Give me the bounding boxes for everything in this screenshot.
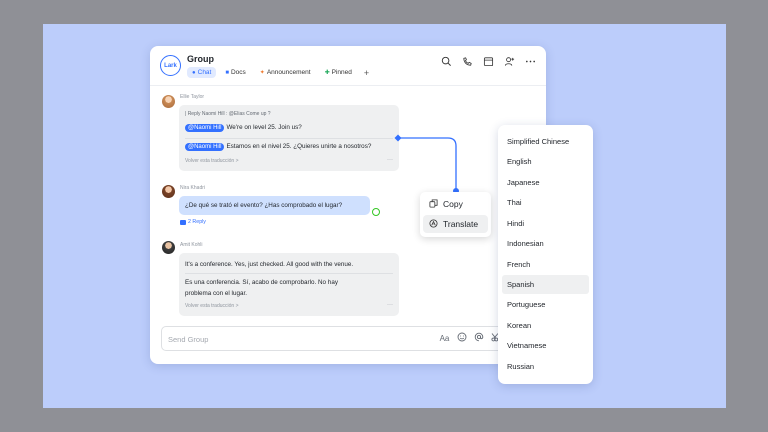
search-icon[interactable] — [440, 55, 452, 67]
header-actions — [440, 55, 536, 67]
call-icon[interactable] — [461, 55, 473, 67]
language-option[interactable]: French — [502, 255, 589, 274]
more-icon[interactable] — [524, 55, 536, 67]
avatar[interactable] — [162, 95, 175, 108]
font-format-button[interactable]: Aa — [439, 334, 450, 343]
more-icon[interactable]: ··· — [387, 302, 393, 308]
revert-translation-link[interactable]: Volver esta traducción > — [185, 158, 239, 164]
language-option[interactable]: Vietnamese — [502, 336, 589, 355]
thread-reply-link[interactable]: 2 Reply — [180, 219, 206, 225]
tab-announcement[interactable]: ✦ Announcement — [255, 67, 316, 78]
sender-name: Ellie Taylor — [180, 94, 205, 100]
chat-header: Lark Group ● Chat ■ Docs ✦ Announcement … — [150, 46, 546, 86]
mention-icon[interactable] — [473, 332, 484, 344]
emoji-icon[interactable] — [456, 332, 467, 344]
message-bubble[interactable]: | Reply Naomi Hill : @Elias Come up ? @N… — [179, 105, 399, 171]
translate-icon — [429, 218, 438, 230]
chat-icon: ● — [192, 69, 196, 76]
tab-pinned[interactable]: ✚ Pinned — [320, 67, 357, 78]
translation-text: @Naomi Hill Estamos en el nivel 25. ¿Quie… — [185, 143, 371, 151]
calendar-icon[interactable] — [482, 55, 494, 67]
tab-chat[interactable]: ● Chat — [187, 67, 217, 78]
language-option-selected[interactable]: Spanish — [502, 275, 589, 294]
avatar[interactable] — [162, 185, 175, 198]
reply-icon — [180, 219, 186, 225]
sender-name: Nira Khadri — [180, 185, 206, 191]
translation-text: problema con el lugar. — [185, 290, 247, 297]
tab-docs[interactable]: ■ Docs — [220, 67, 250, 78]
menu-item-copy[interactable]: Copy — [423, 195, 488, 213]
context-menu: Copy Translate — [420, 192, 491, 237]
menu-item-translate[interactable]: Translate — [423, 215, 488, 233]
language-option[interactable]: Korean — [502, 316, 589, 335]
language-option[interactable]: Japanese — [502, 173, 589, 192]
language-menu: Simplified Chinese English Japanese Thai… — [498, 125, 593, 384]
tab-label: Announcement — [266, 69, 311, 76]
reply-quote: | Reply Naomi Hill : @Elias Come up ? — [185, 111, 271, 117]
divider — [185, 273, 393, 274]
avatar[interactable] — [162, 241, 175, 254]
mention-tag[interactable]: @Naomi Hill — [185, 143, 225, 151]
reply-count: 2 Reply — [188, 219, 206, 225]
message-composer: Aa — [161, 326, 525, 351]
pin-icon: ✚ — [324, 70, 330, 76]
copy-icon — [429, 198, 438, 210]
message-body: We're on level 25. Join us? — [226, 124, 302, 131]
add-member-icon[interactable] — [503, 55, 515, 67]
message-text: ¿De qué se trató el evento? ¿Has comprob… — [185, 202, 343, 209]
menu-item-label: Copy — [443, 199, 463, 209]
revert-translation-link[interactable]: Volver esta traducción > — [185, 303, 239, 309]
message-text: @Naomi Hill We're on level 25. Join us? — [185, 124, 302, 132]
language-option[interactable]: English — [502, 152, 589, 171]
language-option[interactable]: Hindi — [502, 214, 589, 233]
more-icon[interactable]: ··· — [387, 157, 393, 163]
language-option[interactable]: Russian — [502, 357, 589, 376]
tab-label: Docs — [230, 69, 246, 76]
tab-bar: ● Chat ■ Docs ✦ Announcement ✚ Pinned + — [187, 67, 372, 78]
tab-label: Pinned — [331, 69, 352, 76]
translation-text: Es una conferencia. Sí, acabo de comprob… — [185, 279, 338, 286]
message-input[interactable] — [168, 332, 398, 346]
announcement-icon: ✦ — [259, 70, 265, 76]
language-option[interactable]: Simplified Chinese — [502, 132, 589, 151]
menu-item-label: Translate — [443, 219, 479, 229]
tab-label: Chat — [197, 69, 212, 76]
lark-logo: Lark — [160, 55, 181, 76]
message-text: It's a conference. Yes, just checked. Al… — [185, 261, 354, 268]
docs-icon: ■ — [225, 69, 229, 76]
language-option[interactable]: Thai — [502, 193, 589, 212]
read-status-icon — [372, 208, 380, 216]
divider — [185, 138, 393, 139]
message-bubble[interactable]: ¿De qué se trató el evento? ¿Has comprob… — [179, 196, 370, 215]
language-option[interactable]: Indonesian — [502, 234, 589, 253]
language-option[interactable]: Portuguese — [502, 295, 589, 314]
group-title: Group — [187, 54, 214, 64]
sender-name: Amit Kohli — [180, 242, 203, 248]
translation-body: Estamos en el nivel 25. ¿Quieres unirte … — [226, 143, 372, 150]
add-tab-button[interactable]: + — [361, 68, 372, 78]
mention-tag[interactable]: @Naomi Hill — [185, 124, 225, 132]
message-bubble[interactable]: It's a conference. Yes, just checked. Al… — [179, 253, 399, 316]
